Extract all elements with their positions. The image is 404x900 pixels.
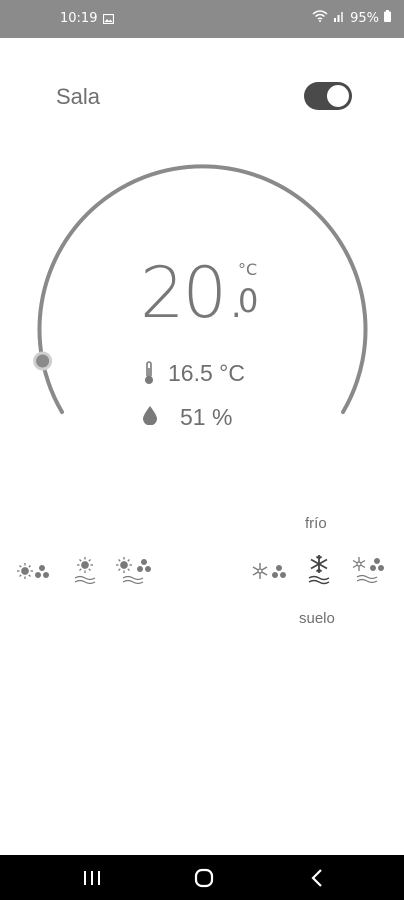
home-icon[interactable] bbox=[194, 868, 214, 892]
snowflake-fan-icon[interactable] bbox=[252, 561, 288, 585]
recents-icon[interactable] bbox=[83, 870, 101, 890]
dial-handle[interactable] bbox=[33, 351, 53, 371]
humidity-value: 51 % bbox=[180, 404, 233, 430]
status-time: 10:19 bbox=[60, 11, 98, 26]
snowflake-floor-icon[interactable] bbox=[306, 554, 332, 590]
power-toggle[interactable] bbox=[304, 82, 352, 110]
mode-label-floor: suelo bbox=[299, 610, 335, 627]
sun-fan-icon[interactable] bbox=[17, 561, 51, 585]
back-icon[interactable] bbox=[310, 868, 324, 892]
mode-label-cold: frío bbox=[305, 515, 327, 532]
current-temperature: 16.5 °C bbox=[168, 360, 245, 386]
thermometer-icon bbox=[142, 361, 156, 389]
setpoint-unit: °C bbox=[238, 260, 258, 279]
toggle-knob bbox=[325, 83, 351, 109]
setpoint-decimal: 0 bbox=[238, 282, 259, 320]
humidity-drop-icon bbox=[142, 405, 158, 429]
status-icons: 95% bbox=[312, 10, 391, 26]
status-bar: 10:19 95% bbox=[0, 0, 404, 38]
navigation-bar bbox=[0, 855, 404, 900]
signal-icon bbox=[333, 10, 345, 26]
room-name: Sala bbox=[56, 84, 101, 109]
wifi-icon bbox=[312, 10, 328, 26]
battery-text: 95% bbox=[350, 10, 379, 26]
setpoint-integer: 20. bbox=[140, 252, 247, 334]
snowflake-floor-fan-icon[interactable] bbox=[351, 556, 389, 590]
image-icon bbox=[102, 13, 115, 28]
sun-floor-icon[interactable] bbox=[74, 556, 96, 590]
battery-icon bbox=[384, 10, 391, 26]
sun-floor-fan-icon[interactable] bbox=[115, 556, 153, 590]
